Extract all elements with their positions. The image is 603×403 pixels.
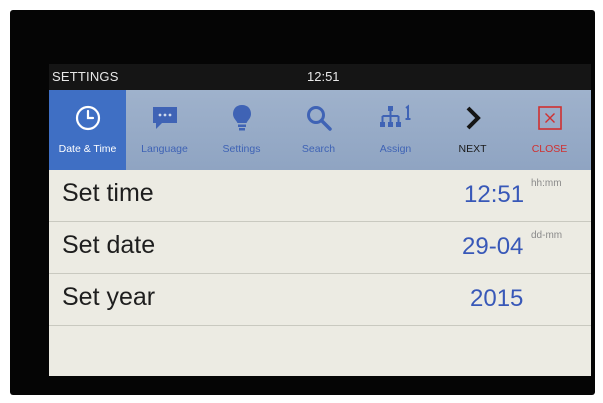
status-title: SETTINGS: [52, 69, 119, 84]
time-unit: hh:mm: [531, 178, 562, 189]
time-value[interactable]: 12:51: [464, 181, 524, 209]
speech-bubble-icon: [126, 104, 203, 132]
row-set-time[interactable]: Set time 12:51 hh:mm: [49, 170, 591, 222]
next-button-label: NEXT: [458, 143, 487, 155]
tab-date-time-label: Date & Time: [58, 143, 117, 155]
row-set-year-label: Set year: [62, 283, 156, 311]
next-button[interactable]: NEXT: [434, 90, 511, 170]
status-bar: SETTINGS 12:51: [49, 64, 591, 90]
row-set-year[interactable]: Set year 2015: [49, 274, 591, 326]
tab-date-time[interactable]: Date & Time: [49, 90, 126, 170]
tab-settings-label: Settings: [222, 143, 261, 155]
clock-icon: [49, 104, 126, 132]
photo-background: SETTINGS 12:51 Date & Time Language Sett…: [0, 0, 603, 403]
row-set-time-label: Set time: [62, 179, 154, 207]
tab-search-label: Search: [301, 143, 336, 155]
close-button-label: CLOSE: [531, 143, 568, 155]
tab-assign-label: Assign: [379, 143, 412, 155]
lightbulb-icon: [203, 104, 280, 132]
tab-language-label: Language: [141, 143, 188, 155]
close-button[interactable]: CLOSE: [511, 90, 588, 170]
search-icon: [280, 104, 357, 132]
tab-language[interactable]: Language: [126, 90, 203, 170]
settings-list: Set time 12:51 hh:mm Set date 29-04 dd-m…: [49, 170, 591, 376]
touch-screen: SETTINGS 12:51 Date & Time Language Sett…: [49, 64, 591, 376]
tab-settings[interactable]: Settings: [203, 90, 280, 170]
chevron-right-icon: [434, 104, 511, 132]
date-unit: dd-mm: [531, 230, 563, 241]
close-icon: [511, 104, 588, 132]
row-set-date[interactable]: Set date 29-04 dd-mm: [49, 222, 591, 274]
tab-assign[interactable]: Assign: [357, 90, 434, 170]
year-value[interactable]: 2015: [470, 285, 523, 313]
network-icon: [357, 104, 434, 132]
tab-search[interactable]: Search: [280, 90, 357, 170]
date-value[interactable]: 29-04: [462, 233, 523, 261]
status-clock: 12:51: [307, 69, 340, 84]
row-set-date-label: Set date: [62, 231, 156, 259]
toolbar: Date & Time Language Settings Search Ass…: [49, 90, 591, 170]
